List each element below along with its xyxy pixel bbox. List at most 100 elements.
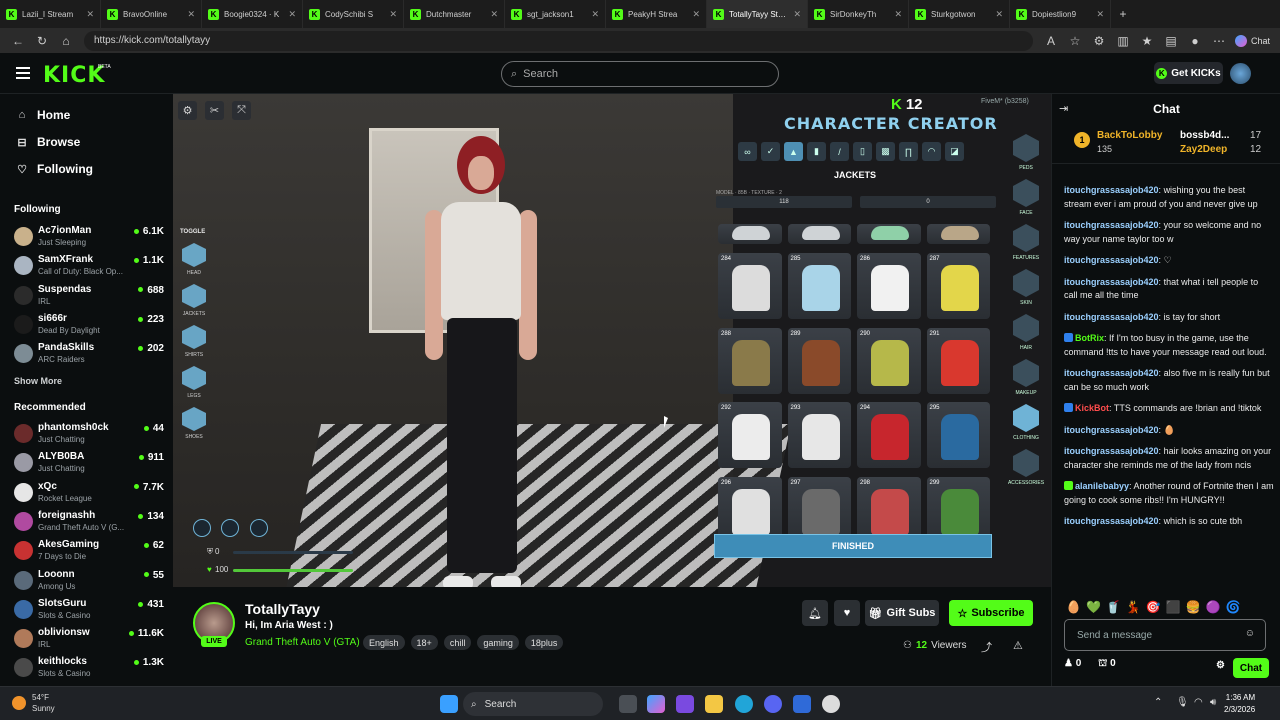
emote-icon[interactable]: 🎯 — [1146, 600, 1161, 614]
channel-row[interactable]: oblivionsw IRL 11.6K — [14, 627, 164, 655]
read-aloud-icon[interactable]: A — [1039, 31, 1063, 51]
search-input[interactable]: ⌕ Search — [501, 61, 779, 87]
tab-close-icon[interactable]: ✕ — [793, 9, 801, 20]
chat-username[interactable]: KickBot — [1075, 403, 1109, 413]
browser-tab[interactable]: K Boogie0324 · K ✕ — [202, 0, 303, 28]
sidebar-item-browse[interactable]: ⊟ Browse — [16, 135, 80, 149]
copilot-chat-button[interactable]: Chat — [1231, 34, 1274, 47]
channel-row[interactable]: keithlocks Slots & Casino 1.3K — [14, 656, 164, 684]
browser-tab[interactable]: K SirDonkeyTh ✕ — [808, 0, 909, 28]
favorites-bar-icon[interactable]: ★ — [1135, 31, 1159, 51]
channel-row[interactable]: Suspendas IRL 688 — [14, 284, 164, 312]
browser-tab[interactable]: K PeakyH Strea ✕ — [606, 0, 707, 28]
tab-close-icon[interactable]: ✕ — [86, 9, 94, 20]
menu-icon[interactable] — [16, 67, 30, 79]
settings-gear-icon[interactable]: ⚙ — [178, 101, 197, 120]
tab-close-icon[interactable]: ✕ — [692, 9, 700, 20]
get-kicks-button[interactable]: K Get KICKs — [1154, 62, 1223, 84]
chrome-icon[interactable] — [822, 695, 840, 713]
emote-icon[interactable]: 🟣 — [1206, 600, 1221, 614]
channel-row[interactable]: xQc Rocket League 7.7K — [14, 481, 164, 509]
chat-username[interactable]: itouchgrassasajob420 — [1064, 220, 1159, 230]
emote-icon[interactable]: 🍔 — [1186, 600, 1201, 614]
leader-name-3[interactable]: Zay2Deep — [1180, 144, 1227, 155]
chat-username[interactable]: itouchgrassasajob420 — [1064, 446, 1159, 456]
chat-username[interactable]: itouchgrassasajob420 — [1064, 255, 1159, 265]
tab-close-icon[interactable]: ✕ — [1096, 9, 1104, 20]
channel-row[interactable]: phantomsh0ck Just Chatting 44 — [14, 422, 164, 450]
emote-icon[interactable]: 🥤 — [1106, 600, 1121, 614]
browser-tab[interactable]: K CodySchibi S ✕ — [303, 0, 404, 28]
browser-tab[interactable]: Ksgt_jackson1 ✕ — [505, 0, 606, 28]
chat-username[interactable]: itouchgrassasajob420 — [1064, 516, 1159, 526]
home-browser-icon[interactable]: ⌂ — [54, 31, 78, 51]
chat-username[interactable]: itouchgrassasajob420 — [1064, 277, 1159, 287]
tab-close-icon[interactable]: ✕ — [389, 9, 397, 20]
leader-name-2[interactable]: bossb4d... — [1180, 130, 1229, 141]
clip-icon[interactable]: ✂ — [205, 101, 224, 120]
more-options-icon[interactable]: ⋯ — [1207, 31, 1231, 51]
chat-username[interactable]: itouchgrassasajob420 — [1064, 185, 1159, 195]
reload-icon[interactable]: ↻ — [30, 31, 54, 51]
clock[interactable]: 1:36 AM 2/3/2026 — [1224, 692, 1255, 716]
channel-row[interactable]: AkesGaming 7 Days to Die 62 — [14, 539, 164, 567]
url-field[interactable]: https://kick.com/totallytayy — [84, 30, 1033, 51]
discord-icon[interactable] — [764, 695, 782, 713]
channel-row[interactable]: ALYB0BA Just Chatting 911 — [14, 451, 164, 479]
copilot-taskbar-icon[interactable] — [647, 695, 665, 713]
share-icon[interactable]: ⤴ — [981, 639, 992, 655]
chat-send-button[interactable]: Chat — [1233, 658, 1269, 678]
browser-tab[interactable]: K Dopiestlion9 ✕ — [1010, 0, 1111, 28]
tab-close-icon[interactable]: ✕ — [894, 9, 902, 20]
stream-tag[interactable]: 18+ — [410, 635, 438, 650]
channel-row[interactable]: SlotsGuru Slots & Casino 431 — [14, 598, 164, 626]
channel-row[interactable]: Ac7ionMan Just Sleeping 6.1K — [14, 225, 164, 253]
gift-subs-button[interactable]: 🎁︎ Gift Subs — [865, 600, 939, 626]
start-windows-icon[interactable] — [440, 695, 458, 713]
favorite-icon[interactable]: ☆ — [1063, 31, 1087, 51]
emote-icon[interactable]: 💃 — [1126, 600, 1141, 614]
emote-icon[interactable]: 🌀 — [1226, 600, 1241, 614]
app-icon[interactable] — [793, 695, 811, 713]
taskbar-search[interactable]: ⌕ Search — [463, 692, 603, 716]
stream-tag[interactable]: 18plus — [524, 635, 564, 650]
chat-username[interactable]: itouchgrassasajob420 — [1064, 312, 1159, 322]
wifi-icon[interactable]: ◠ — [1194, 697, 1203, 708]
channel-row[interactable]: Looonn Among Us 55 — [14, 569, 164, 597]
streamer-name[interactable]: TotallyTayy — [245, 601, 320, 617]
stream-tag[interactable]: chill — [443, 635, 472, 650]
split-screen-icon[interactable]: ▥ — [1111, 31, 1135, 51]
channel-row[interactable]: PandaSkills ARC Raiders 202 — [14, 342, 164, 370]
sidebar-item-following[interactable]: ♡ Following — [16, 162, 93, 176]
new-tab-icon[interactable]: + — [1111, 4, 1135, 24]
tab-close-icon[interactable]: ✕ — [995, 9, 1003, 20]
tray-chevron-icon[interactable]: ⌃ — [1154, 697, 1162, 708]
video-player[interactable]: ⚙ ✂ ⤧ TOGGLE HEAD JACKETS SHIRTS LEGS SHOES … — [173, 94, 1051, 587]
notification-bell-icon[interactable]: 🔔︎ — [802, 600, 828, 626]
edge-browser-icon[interactable] — [735, 695, 753, 713]
file-explorer-icon[interactable] — [705, 695, 723, 713]
app-icon[interactable] — [676, 695, 694, 713]
browser-tab[interactable]: K Sturkgotwon ✕ — [909, 0, 1010, 28]
channel-row[interactable]: SamXFrank Call of Duty: Black Op... 1.1K — [14, 254, 164, 282]
microphone-icon[interactable]: 🎙︎ — [1176, 697, 1189, 708]
chat-input[interactable]: Send a message ☺ — [1064, 619, 1266, 651]
browser-tab[interactable]: K Lazii_I Stream ✕ — [0, 0, 101, 28]
follow-heart-icon[interactable]: ♥ — [834, 600, 860, 626]
show-more-link[interactable]: Show More — [14, 376, 62, 386]
task-view-icon[interactable] — [619, 695, 637, 713]
kick-logo[interactable]: KICK — [43, 63, 105, 88]
tab-close-icon[interactable]: ✕ — [591, 9, 599, 20]
browser-tab[interactable]: K BravoOnline ✕ — [101, 0, 202, 28]
extensions-icon[interactable]: ⚙ — [1087, 31, 1111, 51]
volume-icon[interactable]: 🔊︎ — [1210, 697, 1216, 708]
tab-close-icon[interactable]: ✕ — [187, 9, 195, 20]
browser-tab[interactable]: K TotallyTayy Strea ✕ — [707, 0, 808, 28]
chat-username[interactable]: alanilebabyy — [1075, 481, 1129, 491]
subscribe-button[interactable]: ☆ Subscribe — [949, 600, 1033, 626]
chat-username[interactable]: BotRix — [1075, 333, 1104, 343]
weather-widget[interactable]: 54°F Sunny — [12, 692, 55, 714]
browser-tab[interactable]: K Dutchmaster ✕ — [404, 0, 505, 28]
profile-icon[interactable]: ● — [1183, 31, 1207, 51]
theater-icon[interactable]: ⤧ — [232, 101, 251, 120]
